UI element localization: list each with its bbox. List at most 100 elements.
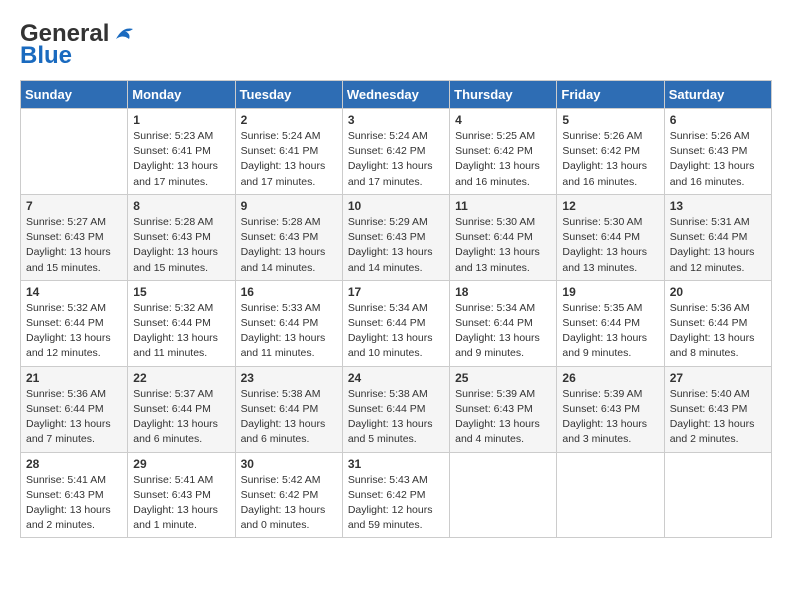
day-info: Sunrise: 5:38 AMSunset: 6:44 PMDaylight:… bbox=[241, 387, 337, 448]
day-info: Sunrise: 5:29 AMSunset: 6:43 PMDaylight:… bbox=[348, 215, 444, 276]
logo-blue: Blue bbox=[20, 42, 72, 70]
calendar-week-row: 14Sunrise: 5:32 AMSunset: 6:44 PMDayligh… bbox=[21, 280, 772, 366]
day-number: 24 bbox=[348, 371, 444, 385]
day-info: Sunrise: 5:36 AMSunset: 6:44 PMDaylight:… bbox=[670, 301, 766, 362]
calendar-cell: 15 Sunrise: 5:32 AMSunset: 6:44 PMDayligh… bbox=[128, 280, 235, 366]
day-of-week-header: Wednesday bbox=[342, 81, 449, 109]
day-info: Sunrise: 5:34 AMSunset: 6:44 PMDaylight:… bbox=[455, 301, 551, 362]
calendar-cell bbox=[450, 452, 557, 538]
calendar-cell: 19Sunrise: 5:35 AMSunset: 6:44 PMDayligh… bbox=[557, 280, 664, 366]
day-info: Sunrise: 5:25 AMSunset: 6:42 PMDaylight:… bbox=[455, 129, 551, 190]
calendar-cell bbox=[21, 109, 128, 195]
calendar-week-row: 28 Sunrise: 5:41 AMSunset: 6:43 PMDayligh… bbox=[21, 452, 772, 538]
day-info: Sunrise: 5:27 AMSunset: 6:43 PMDaylight:… bbox=[26, 215, 122, 276]
day-number: 2 bbox=[241, 113, 337, 127]
calendar-cell: 21 Sunrise: 5:36 AMSunset: 6:44 PMDayligh… bbox=[21, 366, 128, 452]
calendar-cell: 26 Sunrise: 5:39 AMSunset: 6:43 PMDayligh… bbox=[557, 366, 664, 452]
day-number: 19 bbox=[562, 285, 658, 299]
calendar-cell: 16 Sunrise: 5:33 AMSunset: 6:44 PMDayligh… bbox=[235, 280, 342, 366]
day-info: Sunrise: 5:41 AMSunset: 6:43 PMDaylight:… bbox=[133, 473, 229, 534]
calendar-cell: 17 Sunrise: 5:34 AMSunset: 6:44 PMDayligh… bbox=[342, 280, 449, 366]
calendar-cell bbox=[664, 452, 771, 538]
day-info: Sunrise: 5:39 AMSunset: 6:43 PMDaylight:… bbox=[562, 387, 658, 448]
day-info: Sunrise: 5:32 AMSunset: 6:44 PMDaylight:… bbox=[133, 301, 229, 362]
calendar-cell: 7 Sunrise: 5:27 AMSunset: 6:43 PMDaylight… bbox=[21, 194, 128, 280]
day-info: Sunrise: 5:31 AMSunset: 6:44 PMDaylight:… bbox=[670, 215, 766, 276]
day-number: 18 bbox=[455, 285, 551, 299]
day-number: 21 bbox=[26, 371, 122, 385]
day-number: 31 bbox=[348, 457, 444, 471]
header: General Blue bbox=[20, 20, 772, 70]
day-info: Sunrise: 5:24 AMSunset: 6:41 PMDaylight:… bbox=[241, 129, 337, 190]
day-info: Sunrise: 5:38 AMSunset: 6:44 PMDaylight:… bbox=[348, 387, 444, 448]
day-info: Sunrise: 5:30 AMSunset: 6:44 PMDaylight:… bbox=[455, 215, 551, 276]
calendar-cell: 4Sunrise: 5:25 AMSunset: 6:42 PMDaylight… bbox=[450, 109, 557, 195]
day-number: 16 bbox=[241, 285, 337, 299]
logo-bird-icon bbox=[111, 24, 139, 44]
day-number: 8 bbox=[133, 199, 229, 213]
logo: General Blue bbox=[20, 20, 139, 70]
calendar-cell: 24 Sunrise: 5:38 AMSunset: 6:44 PMDayligh… bbox=[342, 366, 449, 452]
day-of-week-header: Saturday bbox=[664, 81, 771, 109]
calendar-cell: 6Sunrise: 5:26 AMSunset: 6:43 PMDaylight… bbox=[664, 109, 771, 195]
day-number: 23 bbox=[241, 371, 337, 385]
calendar-cell: 22 Sunrise: 5:37 AMSunset: 6:44 PMDayligh… bbox=[128, 366, 235, 452]
day-number: 22 bbox=[133, 371, 229, 385]
day-number: 20 bbox=[670, 285, 766, 299]
calendar-cell: 14Sunrise: 5:32 AMSunset: 6:44 PMDayligh… bbox=[21, 280, 128, 366]
calendar-week-row: 1Sunrise: 5:23 AMSunset: 6:41 PMDaylight… bbox=[21, 109, 772, 195]
day-number: 5 bbox=[562, 113, 658, 127]
day-info: Sunrise: 5:37 AMSunset: 6:44 PMDaylight:… bbox=[133, 387, 229, 448]
calendar-cell: 18 Sunrise: 5:34 AMSunset: 6:44 PMDayligh… bbox=[450, 280, 557, 366]
day-number: 3 bbox=[348, 113, 444, 127]
calendar-week-row: 21 Sunrise: 5:36 AMSunset: 6:44 PMDayligh… bbox=[21, 366, 772, 452]
calendar-cell: 2 Sunrise: 5:24 AMSunset: 6:41 PMDaylight… bbox=[235, 109, 342, 195]
calendar-cell: 28 Sunrise: 5:41 AMSunset: 6:43 PMDayligh… bbox=[21, 452, 128, 538]
day-info: Sunrise: 5:33 AMSunset: 6:44 PMDaylight:… bbox=[241, 301, 337, 362]
calendar-cell: 12 Sunrise: 5:30 AMSunset: 6:44 PMDayligh… bbox=[557, 194, 664, 280]
day-info: Sunrise: 5:24 AMSunset: 6:42 PMDaylight:… bbox=[348, 129, 444, 190]
day-number: 13 bbox=[670, 199, 766, 213]
calendar-cell: 30 Sunrise: 5:42 AMSunset: 6:42 PMDayligh… bbox=[235, 452, 342, 538]
day-info: Sunrise: 5:42 AMSunset: 6:42 PMDaylight:… bbox=[241, 473, 337, 534]
day-number: 7 bbox=[26, 199, 122, 213]
calendar-header: SundayMondayTuesdayWednesdayThursdayFrid… bbox=[21, 81, 772, 109]
calendar-cell: 23 Sunrise: 5:38 AMSunset: 6:44 PMDayligh… bbox=[235, 366, 342, 452]
calendar-cell: 5 Sunrise: 5:26 AMSunset: 6:42 PMDaylight… bbox=[557, 109, 664, 195]
calendar-cell: 25 Sunrise: 5:39 AMSunset: 6:43 PMDayligh… bbox=[450, 366, 557, 452]
day-info: Sunrise: 5:41 AMSunset: 6:43 PMDaylight:… bbox=[26, 473, 122, 534]
day-number: 11 bbox=[455, 199, 551, 213]
header-row: SundayMondayTuesdayWednesdayThursdayFrid… bbox=[21, 81, 772, 109]
day-info: Sunrise: 5:28 AMSunset: 6:43 PMDaylight:… bbox=[241, 215, 337, 276]
day-number: 15 bbox=[133, 285, 229, 299]
calendar-cell: 3 Sunrise: 5:24 AMSunset: 6:42 PMDaylight… bbox=[342, 109, 449, 195]
day-of-week-header: Sunday bbox=[21, 81, 128, 109]
calendar-cell: 11 Sunrise: 5:30 AMSunset: 6:44 PMDayligh… bbox=[450, 194, 557, 280]
day-number: 9 bbox=[241, 199, 337, 213]
calendar-cell: 8 Sunrise: 5:28 AMSunset: 6:43 PMDaylight… bbox=[128, 194, 235, 280]
calendar-cell: 29Sunrise: 5:41 AMSunset: 6:43 PMDayligh… bbox=[128, 452, 235, 538]
day-info: Sunrise: 5:28 AMSunset: 6:43 PMDaylight:… bbox=[133, 215, 229, 276]
calendar-cell: 27 Sunrise: 5:40 AMSunset: 6:43 PMDayligh… bbox=[664, 366, 771, 452]
day-number: 12 bbox=[562, 199, 658, 213]
day-info: Sunrise: 5:26 AMSunset: 6:42 PMDaylight:… bbox=[562, 129, 658, 190]
day-number: 28 bbox=[26, 457, 122, 471]
day-number: 26 bbox=[562, 371, 658, 385]
calendar-week-row: 7 Sunrise: 5:27 AMSunset: 6:43 PMDaylight… bbox=[21, 194, 772, 280]
day-number: 10 bbox=[348, 199, 444, 213]
day-number: 17 bbox=[348, 285, 444, 299]
calendar-body: 1Sunrise: 5:23 AMSunset: 6:41 PMDaylight… bbox=[21, 109, 772, 538]
day-of-week-header: Tuesday bbox=[235, 81, 342, 109]
calendar: SundayMondayTuesdayWednesdayThursdayFrid… bbox=[20, 80, 772, 538]
day-number: 30 bbox=[241, 457, 337, 471]
day-number: 27 bbox=[670, 371, 766, 385]
day-number: 25 bbox=[455, 371, 551, 385]
day-of-week-header: Monday bbox=[128, 81, 235, 109]
day-info: Sunrise: 5:39 AMSunset: 6:43 PMDaylight:… bbox=[455, 387, 551, 448]
day-info: Sunrise: 5:34 AMSunset: 6:44 PMDaylight:… bbox=[348, 301, 444, 362]
day-info: Sunrise: 5:40 AMSunset: 6:43 PMDaylight:… bbox=[670, 387, 766, 448]
day-info: Sunrise: 5:36 AMSunset: 6:44 PMDaylight:… bbox=[26, 387, 122, 448]
day-info: Sunrise: 5:30 AMSunset: 6:44 PMDaylight:… bbox=[562, 215, 658, 276]
calendar-cell: 13 Sunrise: 5:31 AMSunset: 6:44 PMDayligh… bbox=[664, 194, 771, 280]
calendar-cell: 1Sunrise: 5:23 AMSunset: 6:41 PMDaylight… bbox=[128, 109, 235, 195]
